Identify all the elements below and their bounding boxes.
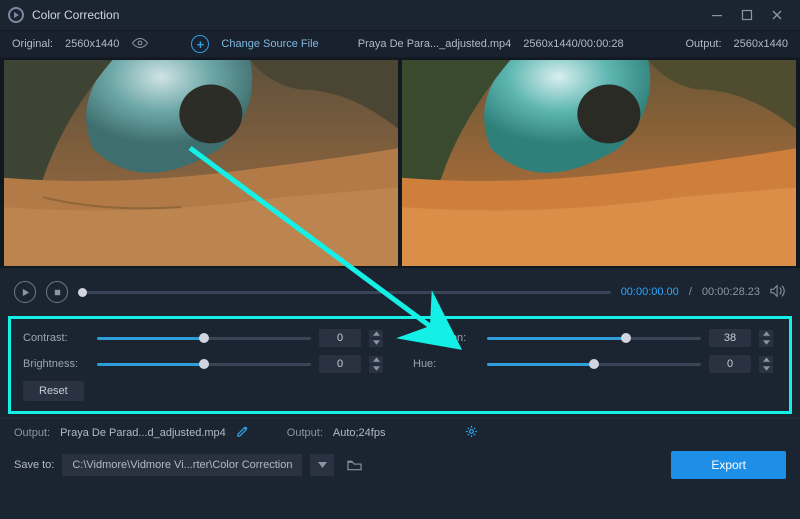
save-path-box[interactable]: C:\Vidmore\Vidmore Vi...rter\Color Corre… — [62, 454, 302, 476]
close-button[interactable] — [762, 5, 792, 25]
contrast-slider[interactable] — [97, 337, 311, 340]
hue-label: Hue: — [413, 358, 479, 370]
brightness-control: Brightness: 0 — [23, 355, 387, 373]
hue-slider[interactable] — [487, 363, 701, 366]
open-folder-icon[interactable] — [342, 454, 366, 476]
brightness-spinner[interactable] — [369, 356, 387, 373]
hue-value[interactable]: 0 — [709, 355, 751, 373]
output-file-label: Output: — [14, 427, 50, 439]
time-duration: 00:00:28.23 — [702, 286, 760, 298]
output-settings-icon[interactable] — [465, 425, 478, 441]
preview-eye-icon[interactable] — [131, 37, 149, 52]
stop-button[interactable] — [46, 281, 68, 303]
add-source-icon[interactable]: + — [191, 35, 209, 53]
saturation-value[interactable]: 38 — [709, 329, 751, 347]
contrast-spinner[interactable] — [369, 330, 387, 347]
volume-icon[interactable] — [770, 284, 786, 301]
source-meta: 2560x1440/00:00:28 — [523, 38, 623, 50]
minimize-button[interactable] — [702, 5, 732, 25]
titlebar: Color Correction — [0, 0, 800, 30]
contrast-label: Contrast: — [23, 332, 89, 344]
export-button[interactable]: Export — [671, 451, 786, 479]
original-label: Original: — [12, 38, 53, 50]
hue-spinner[interactable] — [759, 356, 777, 373]
saturation-control: Saturation: 38 — [413, 329, 777, 347]
contrast-value[interactable]: 0 — [319, 329, 361, 347]
save-path: C:\Vidmore\Vidmore Vi...rter\Color Corre… — [72, 459, 292, 471]
source-toolbar: Original: 2560x1440 + Change Source File… — [0, 30, 800, 58]
output-preset-label: Output: — [287, 427, 323, 439]
play-button[interactable] — [14, 281, 36, 303]
change-source-link[interactable]: Change Source File — [221, 38, 318, 50]
output-preset: Auto;24fps — [333, 427, 386, 439]
app-logo-icon — [8, 7, 24, 23]
timeline-slider[interactable] — [78, 291, 611, 294]
brightness-slider[interactable] — [97, 363, 311, 366]
save-path-dropdown[interactable] — [310, 454, 334, 476]
save-to-label: Save to: — [14, 459, 54, 471]
contrast-control: Contrast: 0 — [23, 329, 387, 347]
edit-filename-icon[interactable] — [236, 425, 249, 441]
saturation-label: Saturation: — [413, 332, 479, 344]
reset-button[interactable]: Reset — [23, 381, 84, 401]
color-sliders-panel: Contrast: 0 Saturation: 38 Brightness: 0… — [8, 316, 792, 414]
output-resolution: 2560x1440 — [734, 38, 788, 50]
output-row: Output: Praya De Parad...d_adjusted.mp4 … — [0, 418, 800, 447]
saturation-spinner[interactable] — [759, 330, 777, 347]
time-current: 00:00:00.00 — [621, 286, 679, 298]
preview-adjusted — [402, 60, 796, 266]
preview-original — [4, 60, 398, 266]
window-title: Color Correction — [32, 8, 119, 22]
time-sep: / — [689, 286, 692, 298]
output-filename: Praya De Parad...d_adjusted.mp4 — [60, 427, 226, 439]
source-filename: Praya De Para..._adjusted.mp4 — [358, 38, 511, 50]
brightness-label: Brightness: — [23, 358, 89, 370]
preview-panes — [0, 58, 800, 268]
saturation-slider[interactable] — [487, 337, 701, 340]
original-resolution: 2560x1440 — [65, 38, 119, 50]
brightness-value[interactable]: 0 — [319, 355, 361, 373]
hue-control: Hue: 0 — [413, 355, 777, 373]
save-row: Save to: C:\Vidmore\Vidmore Vi...rter\Co… — [0, 447, 800, 489]
playback-bar: 00:00:00.00 / 00:00:28.23 — [0, 268, 800, 316]
output-label: Output: — [685, 38, 721, 50]
maximize-button[interactable] — [732, 5, 762, 25]
